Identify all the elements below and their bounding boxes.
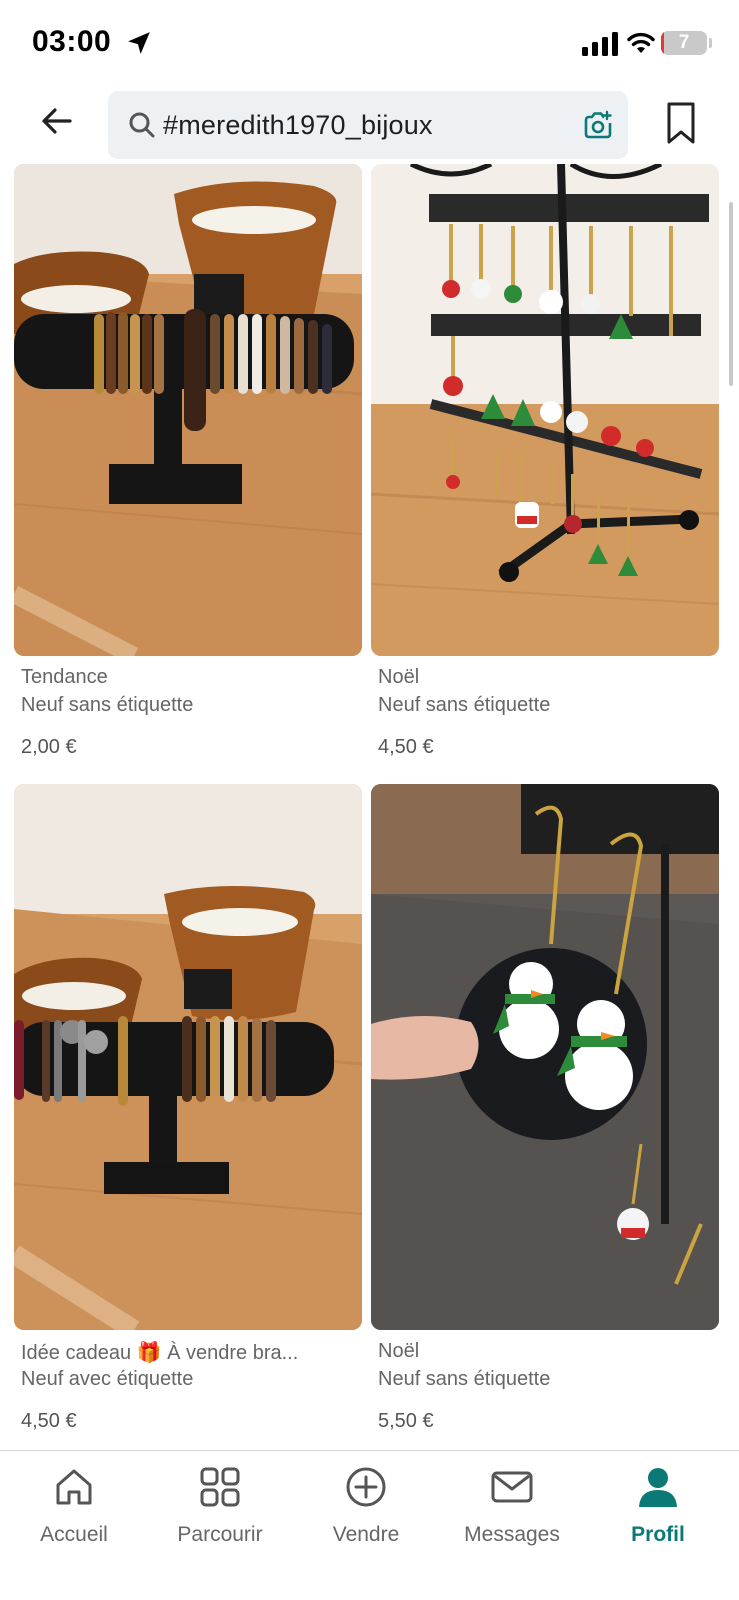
location-arrow-icon (128, 32, 150, 54)
scrollbar[interactable] (729, 202, 733, 386)
search-input[interactable]: #meredith1970_bijoux (108, 91, 628, 159)
listing-title: Idée cadeau 🎁 À vendre bra... (21, 1342, 299, 1364)
listing-card[interactable]: Noël Neuf sans étiquette 5,50 € (371, 784, 719, 1444)
listing-condition: Neuf avec étiquette (21, 1368, 194, 1390)
nav-label: Profil (631, 1523, 685, 1546)
listing-title: Noël (378, 1340, 420, 1362)
nav-item-profil[interactable]: Profil (584, 1465, 732, 1565)
listing-price: 2,00 € (21, 736, 77, 758)
bracelets-on-stand-photo (14, 164, 362, 656)
nav-item-accueil[interactable]: Accueil (0, 1465, 148, 1565)
nav-label: Parcourir (177, 1523, 263, 1546)
listing-card[interactable]: Noël Neuf sans étiquette 4,50 € (371, 164, 719, 764)
status-time: 03:00 (32, 25, 112, 58)
cellular-signal-icon (582, 32, 618, 56)
nav-label: Vendre (332, 1523, 400, 1546)
battery-level: 7 (678, 32, 690, 53)
bottom-nav: Accueil Parcourir Vendre Messages Profil (0, 1450, 739, 1600)
listing-card[interactable]: Tendance Neuf sans étiquette 2,00 € (14, 164, 362, 764)
search-header: #meredith1970_bijoux (0, 86, 739, 164)
back-button[interactable] (36, 100, 78, 142)
listing-photo-bracelets-gift[interactable] (14, 784, 362, 1330)
nav-label: Messages (464, 1523, 560, 1546)
home-icon (56, 1469, 92, 1505)
grid-icon (200, 1467, 240, 1507)
plus-circle-icon (346, 1467, 386, 1507)
profile-icon (639, 1468, 677, 1507)
listing-price: 5,50 € (378, 1410, 434, 1432)
nav-label: Accueil (40, 1523, 108, 1546)
listing-photo-earrings-rack[interactable] (371, 164, 719, 656)
nav-item-vendre[interactable]: Vendre (292, 1465, 440, 1565)
bookmark-icon[interactable] (664, 101, 698, 145)
listing-photo-bracelets[interactable] (14, 164, 362, 656)
listing-title: Tendance (21, 666, 108, 688)
listing-card[interactable]: Idée cadeau 🎁 À vendre bra... Neuf avec … (14, 784, 362, 1444)
christmas-earrings-rack-photo (371, 164, 719, 656)
nav-item-messages[interactable]: Messages (438, 1465, 586, 1565)
search-query: #meredith1970_bijoux (163, 110, 433, 140)
arrow-left-icon (42, 108, 72, 134)
nav-item-parcourir[interactable]: Parcourir (146, 1465, 294, 1565)
listing-condition: Neuf sans étiquette (378, 1368, 551, 1390)
snowman-earrings-photo (371, 784, 719, 1330)
status-bar: 03:00 7 (0, 0, 739, 86)
battery-icon: 7 (661, 31, 707, 55)
listing-price: 4,50 € (21, 1410, 77, 1432)
camera-search-icon[interactable] (582, 109, 614, 141)
mail-icon (491, 1471, 533, 1503)
listings-grid: Tendance Neuf sans étiquette 2,00 € Noël… (0, 164, 739, 1450)
search-icon (129, 112, 155, 138)
listing-title: Noël (378, 666, 420, 688)
battery-cap (709, 38, 712, 48)
listing-price: 4,50 € (378, 736, 434, 758)
listing-condition: Neuf sans étiquette (378, 694, 551, 716)
wifi-icon (627, 32, 655, 53)
bracelets-gift-photo (14, 784, 362, 1330)
listing-photo-snowman-earrings[interactable] (371, 784, 719, 1330)
listing-condition: Neuf sans étiquette (21, 694, 194, 716)
app-screen: 03:00 7 #meredith1970_bijoux Tendance Ne… (0, 0, 739, 1600)
